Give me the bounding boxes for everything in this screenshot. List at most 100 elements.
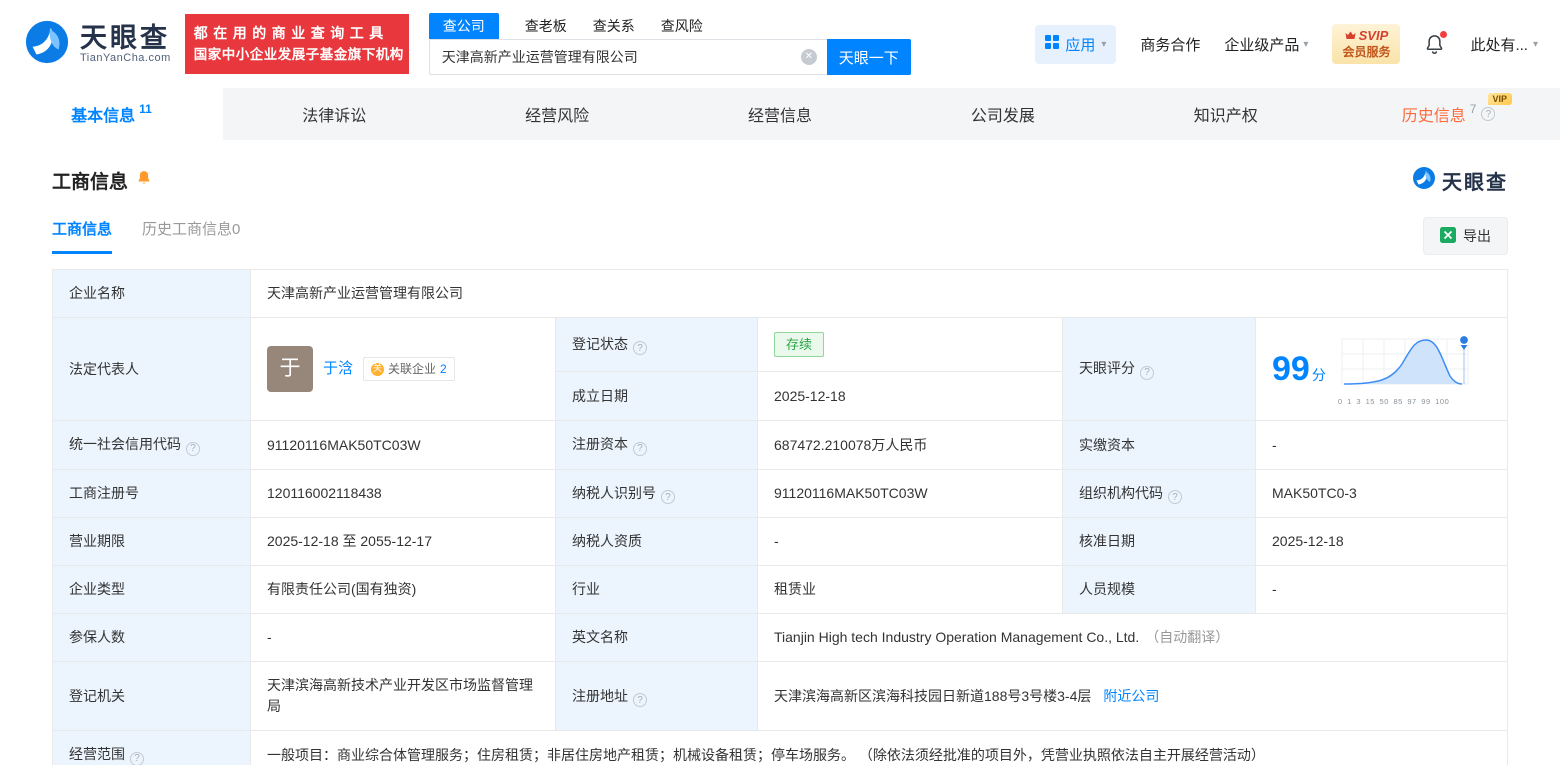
clear-search-icon[interactable]: ✕ [800, 49, 817, 65]
reg-number-label: 工商注册号 [52, 468, 251, 519]
reg-authority-label: 登记机关 [52, 661, 251, 732]
nav-tab-company-development[interactable]: 公司发展 [891, 88, 1114, 140]
company-type-label: 企业类型 [52, 565, 251, 615]
nav-tab-operating-info[interactable]: 经营信息 [669, 88, 892, 140]
section-title: 工商信息 [52, 172, 129, 193]
reg-authority-value: 天津滨海高新技术产业开发区市场监督管理局 [250, 661, 556, 732]
table-row: 统一社会信用代码? 91120116MAK50TC03W 注册资本? 68747… [52, 420, 1509, 470]
reg-status-label: 登记状态? [555, 317, 758, 372]
apps-menu[interactable]: 应用 ▾ [1035, 24, 1117, 64]
label-text: 组织机构代码 [1079, 484, 1163, 501]
help-icon[interactable]: ? [186, 441, 200, 456]
reg-status-value: 存续 [757, 317, 1063, 372]
help-icon[interactable]: ? [633, 693, 647, 707]
paid-capital-label: 实缴资本 [1062, 420, 1256, 470]
table-row: 经营范围? 一般项目：商业综合体管理服务；住房租赁；非居住房地产租赁；机械设备租… [52, 730, 1509, 765]
help-icon[interactable]: ? [1168, 490, 1182, 505]
search-button[interactable]: 天眼一下 [826, 39, 911, 75]
insured-count-value: - [250, 613, 556, 663]
help-icon[interactable]: ? [633, 441, 647, 456]
business-info-section: 工商信息 天眼查 工商信息 历史工商信息0 导出 企业名称 天津高新产业运营管理… [0, 140, 1560, 765]
enterprise-products-link[interactable]: 企业级产品 ▾ [1224, 34, 1308, 55]
legal-rep-cell: 于 于浛 关 关联企业 2 [250, 316, 556, 422]
crown-icon [1345, 28, 1356, 44]
help-icon[interactable]: ? [633, 341, 647, 356]
tianyancha-logo-icon [1412, 166, 1436, 195]
subtab-business-info[interactable]: 工商信息 [52, 218, 113, 254]
subscribe-bell-icon[interactable] [136, 169, 152, 192]
top-header: 天眼查 TianYanCha.com 都在用的商业查询工具 国家中小企业发展子基… [0, 0, 1560, 88]
taxpayer-id-value: 91120116MAK50TC03W [757, 468, 1063, 519]
business-registration-table: 企业名称 天津高新产业运营管理有限公司 法定代表人 于 于浛 关 关联企业 2 [52, 269, 1509, 765]
legal-rep-avatar[interactable]: 于 [267, 346, 313, 393]
help-icon[interactable]: ? [1140, 365, 1154, 380]
paid-capital-value: - [1254, 420, 1509, 470]
help-icon[interactable]: ? [661, 490, 675, 505]
enterprise-products-label: 企业级产品 [1224, 36, 1300, 54]
subtab-history-business-info[interactable]: 历史工商信息0 [142, 218, 240, 254]
export-label: 导出 [1463, 228, 1491, 244]
nav-tab-legal-proceedings[interactable]: 法律诉讼 [223, 88, 446, 140]
search-row: ✕ 天眼一下 [428, 39, 911, 75]
search-tabs: 查公司 查老板 查关系 查风险 [428, 13, 911, 39]
search-tab-company[interactable]: 查公司 [428, 13, 499, 39]
business-term-value: 2025-12-18 至 2055-12-17 [250, 517, 556, 567]
industry-label: 行业 [555, 565, 758, 615]
score-axis-labels: 0 1 3 15 50 85 97 99 100 [1337, 397, 1450, 406]
nav-tab-label: 知识产权 [1193, 108, 1258, 125]
search-tab-risk[interactable]: 查风险 [661, 13, 703, 39]
business-cooperation-link[interactable]: 商务合作 [1140, 34, 1200, 55]
related-companies-chip[interactable]: 关 关联企业 2 [363, 357, 455, 382]
table-row: 工商注册号 120116002118438 纳税人识别号? 91120116MA… [52, 468, 1509, 519]
reg-address-value: 天津滨海高新区滨海科技园日新道188号3号楼3-4层 附近公司 [756, 661, 1509, 732]
related-companies-label: 关联企业 [388, 362, 437, 377]
search-box: ✕ [428, 39, 827, 75]
company-name-value: 天津高新产业运营管理有限公司 [249, 269, 1509, 318]
export-button[interactable]: 导出 [1423, 217, 1508, 255]
notification-bell-icon[interactable] [1424, 31, 1448, 55]
help-icon[interactable]: ? [130, 751, 144, 765]
company-section-nav: 基本信息 11 法律诉讼 经营风险 经营信息 公司发展 知识产权 VIP 历史信… [0, 88, 1560, 140]
label-text: 注册地址 [572, 687, 628, 704]
brand-domain: TianYanCha.com [80, 52, 171, 65]
tianyancha-logo-icon [24, 19, 70, 70]
search-tab-boss[interactable]: 查老板 [525, 13, 567, 39]
company-name-label: 企业名称 [52, 269, 251, 318]
label-text: 天眼评分 [1079, 360, 1135, 377]
search-input[interactable] [428, 39, 827, 75]
help-icon[interactable]: ? [1481, 107, 1496, 121]
subtab-row: 工商信息 历史工商信息0 导出 [52, 217, 1508, 255]
nav-tab-label: 公司发展 [970, 108, 1035, 125]
english-name-value: Tianjin High tech Industry Operation Man… [756, 613, 1509, 663]
label-text: 纳税人识别号 [572, 484, 656, 501]
credit-code-value: 91120116MAK50TC03W [250, 420, 556, 470]
tianyancha-logo[interactable]: 天眼查 TianYanCha.com [24, 19, 171, 70]
promo-line1: 都在用的商业查询工具 [193, 25, 389, 41]
nearby-companies-link[interactable]: 附近公司 [1103, 688, 1159, 704]
search-tab-relation[interactable]: 查关系 [593, 13, 635, 39]
nav-tab-history-info[interactable]: VIP 历史信息 7 ? [1337, 88, 1560, 140]
nav-tab-operating-risk[interactable]: 经营风险 [446, 88, 669, 140]
nav-tab-label: 法律诉讼 [302, 108, 367, 125]
label-text: 统一社会信用代码 [69, 436, 181, 453]
nav-tab-intellectual-property[interactable]: 知识产权 [1114, 88, 1337, 140]
reg-capital-label: 注册资本? [555, 420, 758, 470]
auto-translate-note: （自动翻译） [1145, 629, 1230, 646]
legal-rep-name-link[interactable]: 于浛 [323, 358, 353, 381]
business-term-label: 营业期限 [52, 517, 251, 567]
section-title-row: 工商信息 [52, 167, 152, 194]
svip-member-service[interactable]: SVIP 会员服务 [1332, 24, 1401, 64]
svip-label: SVIP [1358, 28, 1389, 44]
nav-tab-label: 经营风险 [525, 108, 590, 125]
nav-tab-label: 经营信息 [748, 108, 813, 125]
user-name-label: 此处有... [1470, 36, 1528, 54]
chevron-down-icon: ▾ [1532, 38, 1538, 50]
taxpayer-quality-value: - [757, 517, 1063, 567]
approval-date-label: 核准日期 [1062, 517, 1256, 567]
reg-number-value: 120116002118438 [250, 468, 556, 519]
promo-line2: 国家中小企业发展子基金旗下机构 [193, 47, 404, 62]
taxpayer-id-label: 纳税人识别号? [555, 468, 758, 519]
user-menu[interactable]: 此处有... ▾ [1470, 34, 1538, 55]
nav-tab-basic-info[interactable]: 基本信息 11 [0, 88, 223, 140]
nav-tab-label: 基本信息 [71, 108, 136, 125]
